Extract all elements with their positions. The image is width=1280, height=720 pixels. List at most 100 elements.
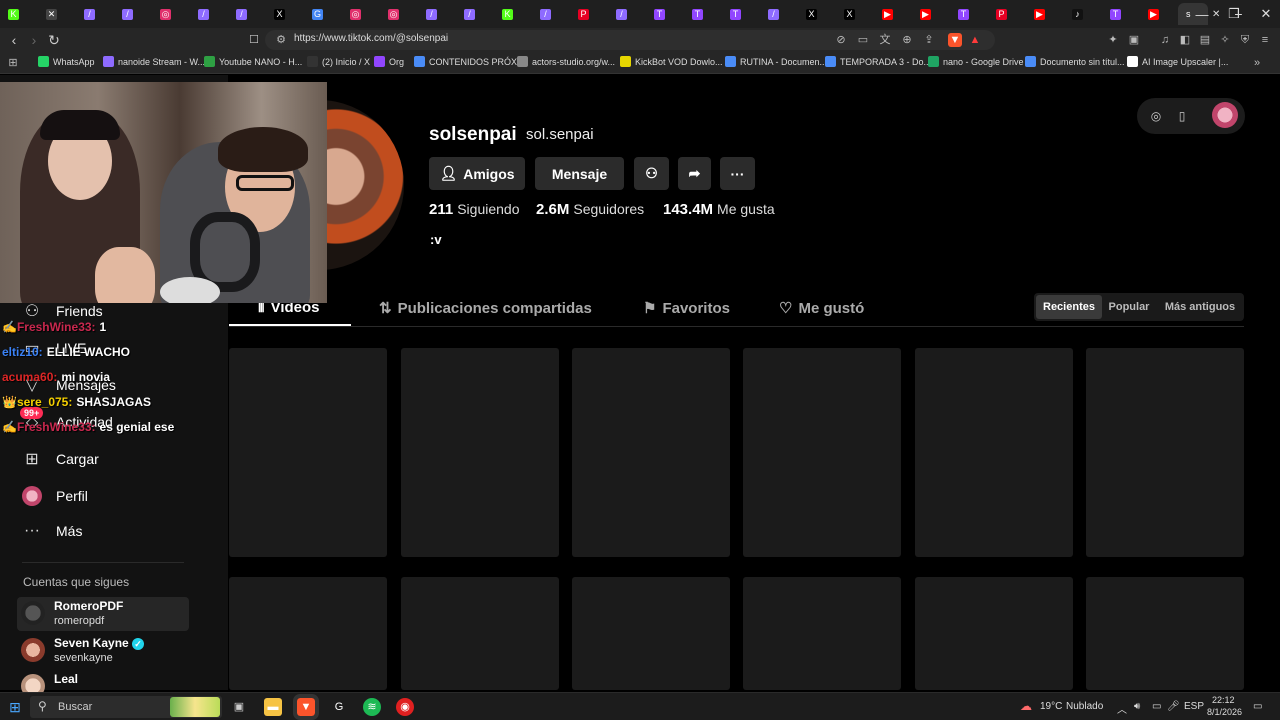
browser-tab[interactable]: /: [228, 3, 266, 25]
add-friend-button[interactable]: ⚇: [634, 157, 669, 190]
app-icon[interactable]: G: [330, 698, 348, 716]
tab-favorites[interactable]: ⚑ Favoritos: [643, 299, 730, 318]
url-text[interactable]: https://www.tiktok.com/@solsenpai: [294, 33, 448, 44]
video-card[interactable]: [229, 577, 387, 690]
wallet-icon[interactable]: ▤: [1198, 33, 1212, 47]
taskbar-search[interactable]: ⚲ Buscar: [30, 696, 222, 718]
notification-icon[interactable]: ▭: [1253, 701, 1262, 712]
browser-tab[interactable]: X: [836, 3, 874, 25]
extensions-icon[interactable]: ✦: [1106, 33, 1120, 47]
browser-tab[interactable]: ✕: [38, 3, 76, 25]
browser-tab[interactable]: /: [760, 3, 798, 25]
apps-icon[interactable]: ⊞: [6, 56, 20, 70]
video-card[interactable]: [915, 577, 1073, 690]
reload-icon[interactable]: ↻: [46, 32, 62, 48]
translate-icon[interactable]: 文: [878, 33, 892, 47]
video-card[interactable]: [401, 577, 559, 690]
leo-ai-icon[interactable]: ✧: [1218, 33, 1232, 47]
video-card[interactable]: [743, 348, 901, 557]
browser-tab[interactable]: /: [190, 3, 228, 25]
account-avatar[interactable]: [1212, 102, 1238, 128]
browser-tab[interactable]: ▶: [1140, 3, 1178, 25]
video-card[interactable]: [401, 348, 559, 557]
bookmark-item[interactable]: AI Image Upscaler |...: [1127, 56, 1228, 67]
speaker-icon[interactable]: 🔊︎: [1134, 701, 1140, 712]
weather-temp[interactable]: 19°C: [1040, 701, 1062, 712]
sidebar-item-upload[interactable]: ⊞ Cargar: [22, 449, 99, 469]
bookmark-item[interactable]: WhatsApp: [38, 56, 95, 67]
media-icon[interactable]: ♫: [1158, 33, 1172, 47]
browser-tab[interactable]: ▶: [912, 3, 950, 25]
following-count[interactable]: 211 Siguiendo: [429, 201, 519, 218]
zoom-icon[interactable]: ⊕: [900, 33, 914, 47]
browser-tab[interactable]: K: [494, 3, 532, 25]
bookmark-item[interactable]: nano - Google Drive: [928, 56, 1024, 67]
windows-start-icon[interactable]: ⊞: [6, 698, 24, 716]
sidebar-toggle-icon[interactable]: ◧: [1178, 33, 1192, 47]
brave-browser-icon[interactable]: ▼: [293, 694, 319, 720]
vpn-icon[interactable]: ⛨: [1238, 33, 1252, 47]
weather-text[interactable]: Nublado: [1066, 701, 1103, 712]
video-card[interactable]: [743, 577, 901, 690]
video-card[interactable]: [915, 348, 1073, 557]
bookmark-item[interactable]: Documento sin títul...: [1025, 56, 1125, 67]
menu-icon[interactable]: ≡: [1258, 33, 1272, 47]
video-card[interactable]: [1086, 348, 1244, 557]
brave-shield-icon[interactable]: ▼: [948, 33, 962, 47]
browser-tab[interactable]: X: [266, 3, 304, 25]
tray-chevron-icon[interactable]: ︿: [1117, 701, 1127, 716]
browser-tab[interactable]: ◎: [380, 3, 418, 25]
device-icon[interactable]: ▯: [1173, 107, 1191, 125]
bookmark-item[interactable]: CONTENIDOS PRÓX...: [414, 56, 525, 67]
minimize-icon[interactable]: —: [1186, 0, 1218, 28]
bookmark-item[interactable]: KickBot VOD Dowlo...: [620, 56, 723, 67]
sort-recent-button[interactable]: Recientes: [1036, 295, 1102, 319]
tab-liked[interactable]: ♡ Me gustó: [779, 299, 864, 318]
spotify-icon[interactable]: ≋: [363, 698, 381, 716]
close-window-icon[interactable]: ✕: [1250, 0, 1280, 28]
following-account[interactable]: Leal: [17, 670, 189, 698]
tab-reposts[interactable]: ⇅ Publicaciones compartidas: [379, 299, 592, 318]
more-options-button[interactable]: ···: [720, 157, 755, 190]
coins-icon[interactable]: ◎: [1147, 107, 1165, 125]
sort-popular-button[interactable]: Popular: [1104, 295, 1154, 319]
site-settings-icon[interactable]: ⚙: [274, 33, 288, 47]
message-button[interactable]: Mensaje: [535, 157, 624, 190]
network-icon[interactable]: ▭: [1152, 701, 1161, 712]
forward-icon[interactable]: ›: [26, 32, 42, 48]
share-profile-button[interactable]: ➦: [678, 157, 711, 190]
more-bookmarks-icon[interactable]: »: [1250, 56, 1264, 70]
browser-tab[interactable]: ◎: [342, 3, 380, 25]
no-tracking-icon[interactable]: ⊘: [834, 33, 848, 47]
browser-tab[interactable]: X: [798, 3, 836, 25]
browser-tab[interactable]: P: [988, 3, 1026, 25]
browser-tab[interactable]: T: [950, 3, 988, 25]
sidebar-item-profile[interactable]: Perfil: [22, 486, 88, 506]
browser-tab[interactable]: /: [532, 3, 570, 25]
video-card[interactable]: [1086, 577, 1244, 690]
browser-tab[interactable]: /: [418, 3, 456, 25]
mic-icon[interactable]: 🎤︎: [1167, 701, 1180, 712]
sort-oldest-button[interactable]: Más antiguos: [1158, 295, 1242, 319]
browser-tab[interactable]: ◎: [152, 3, 190, 25]
browser-tab[interactable]: P: [570, 3, 608, 25]
browser-tab[interactable]: G: [304, 3, 342, 25]
share-icon[interactable]: ⇪: [922, 33, 936, 47]
browser-tab[interactable]: ♪: [1064, 3, 1102, 25]
browser-tab[interactable]: ▶: [874, 3, 912, 25]
browser-tab[interactable]: T: [1102, 3, 1140, 25]
browser-tab[interactable]: /: [114, 3, 152, 25]
back-icon[interactable]: ‹: [6, 32, 22, 48]
bookmark-item[interactable]: actors-studio.org/w...: [517, 56, 615, 67]
friends-button[interactable]: 👤︎ Amigos: [429, 157, 525, 190]
clock-date[interactable]: 8/1/2026: [1207, 707, 1242, 717]
browser-tab[interactable]: K: [0, 3, 38, 25]
following-account[interactable]: RomeroPDF romeropdf: [17, 597, 189, 631]
bookmark-item[interactable]: TEMPORADA 3 - Do...: [825, 56, 931, 67]
bookmark-item[interactable]: nanoide Stream - W...: [103, 56, 205, 67]
bookmark-icon[interactable]: ☐: [246, 32, 262, 48]
bookmark-item[interactable]: (2) Inicio / X: [307, 56, 370, 67]
followers-count[interactable]: 2.6M Seguidores: [536, 201, 644, 218]
video-card[interactable]: [572, 577, 730, 690]
bookmark-item[interactable]: Youtube NANO - H...: [204, 56, 302, 67]
